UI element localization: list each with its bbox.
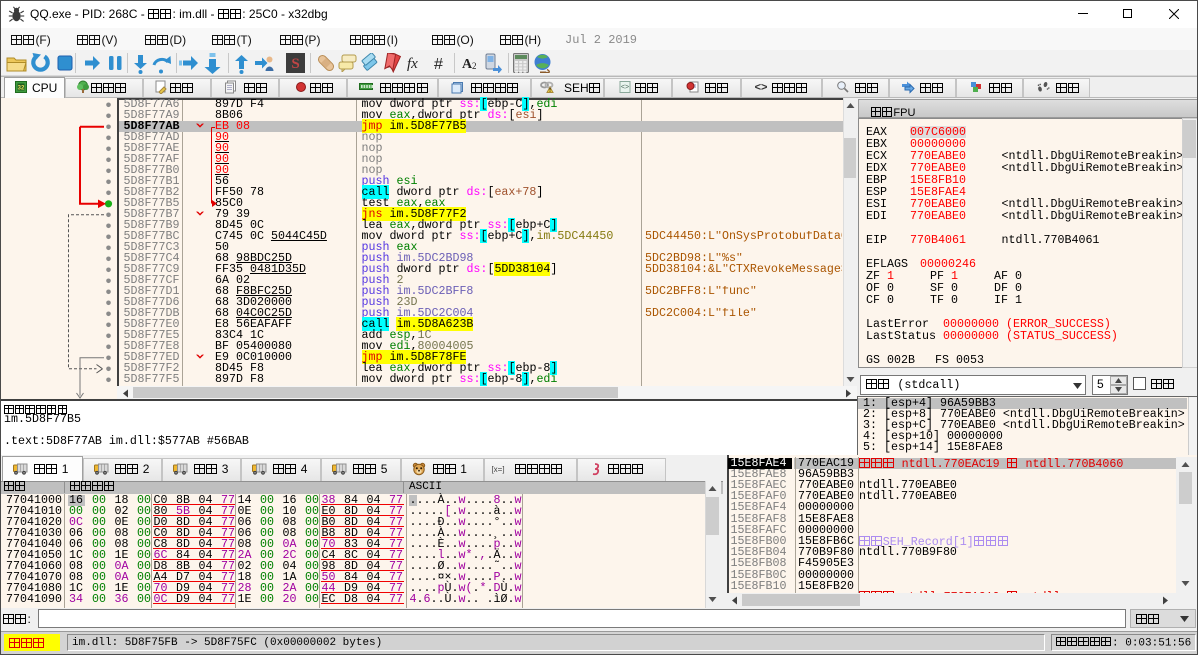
svg-text:<>: <>	[621, 84, 629, 91]
svg-text:S: S	[291, 56, 299, 72]
svg-text:2: 2	[472, 61, 477, 71]
svg-text:[x=]: [x=]	[491, 465, 504, 474]
svg-text:32: 32	[17, 86, 24, 92]
svg-text:!: !	[549, 88, 551, 94]
svg-text:<>: <>	[755, 82, 768, 94]
svg-text:#: #	[434, 56, 443, 73]
svg-text:fx: fx	[407, 56, 418, 72]
